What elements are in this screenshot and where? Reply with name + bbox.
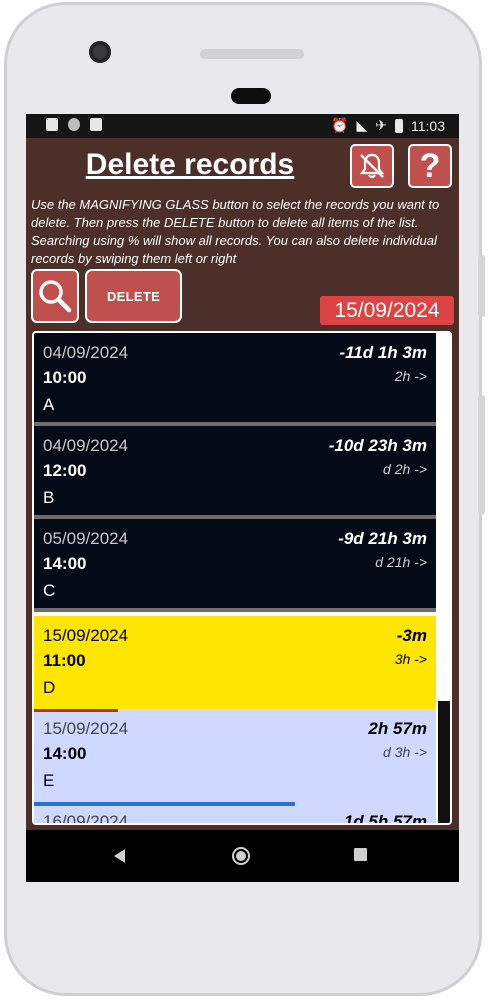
record-name: A [43, 395, 55, 414]
record-time-diff: 1d 5h 57m [343, 812, 427, 825]
volume-button [478, 395, 485, 515]
calendar-notification-icon [46, 118, 58, 131]
front-camera [89, 41, 111, 63]
record-duration: d 3h -> [383, 744, 427, 760]
record-time: 12:00 [43, 461, 87, 480]
search-button[interactable] [31, 269, 79, 323]
delete-button[interactable]: DELETE [85, 269, 182, 323]
record-time: 10:00 [43, 368, 87, 387]
help-button[interactable]: ? [408, 144, 452, 188]
navigation-bar [26, 830, 459, 882]
record-row[interactable]: 16/09/2024 1d 5h 57m [34, 802, 436, 825]
screen: ⏰ ◣ ✈ 11:03 Delete records ? Use the MAG… [26, 114, 459, 882]
record-duration: d 2h -> [383, 461, 427, 477]
back-icon[interactable] [114, 849, 125, 863]
mute-button[interactable] [350, 144, 394, 188]
record-date: 15/09/2024 [43, 626, 129, 645]
record-date: 16/09/2024 [43, 812, 129, 825]
power-button [478, 255, 485, 317]
record-time-diff: -10d 23h 3m [328, 436, 427, 455]
record-row[interactable]: 05/09/2024 14:00 C -9d 21h 3m d 21h -> [34, 519, 436, 612]
bell-slash-icon [359, 153, 385, 179]
record-row[interactable]: 15/09/2024 11:00 D -3m 3h -> [34, 616, 436, 709]
status-bar: ⏰ ◣ ✈ 11:03 [26, 114, 459, 138]
record-row[interactable]: 15/09/2024 14:00 E 2h 57m d 3h -> [34, 709, 436, 802]
sd-card-icon [90, 118, 102, 131]
battery-icon [395, 118, 403, 133]
home-icon[interactable] [232, 847, 250, 865]
record-name: C [43, 581, 56, 600]
status-right-icons: ⏰ ◣ ✈ 11:03 [331, 117, 445, 134]
record-date: 04/09/2024 [43, 436, 129, 455]
records-list[interactable]: 04/09/2024 10:00 A -11d 1h 3m 2h -> 04/0… [32, 331, 452, 825]
record-date: 15/09/2024 [43, 719, 129, 738]
record-time-diff: -3m [396, 626, 427, 645]
record-time-diff: 2h 57m [368, 719, 427, 738]
record-date: 05/09/2024 [43, 529, 129, 548]
list-scrollbar[interactable] [438, 333, 450, 823]
record-time: 11:00 [43, 651, 86, 670]
circle-notification-icon [68, 118, 80, 131]
status-time: 11:03 [411, 117, 445, 134]
airplane-mode-icon: ✈ [375, 117, 387, 133]
record-time: 14:00 [43, 554, 87, 573]
alarm-icon: ⏰ [331, 117, 349, 133]
record-name: D [43, 678, 56, 697]
delete-records-screen: Delete records ? Use the MAGNIFYING GLAS… [26, 138, 459, 830]
page-title: Delete records [85, 148, 295, 181]
record-duration: 3h -> [394, 651, 427, 667]
earpiece-slot [231, 88, 271, 104]
record-date: 04/09/2024 [43, 343, 129, 362]
record-progress-bar [34, 802, 296, 806]
current-date-badge: 15/09/2024 [320, 296, 454, 325]
magnifying-glass-icon [39, 280, 72, 313]
record-row[interactable]: 04/09/2024 10:00 A -11d 1h 3m 2h -> [34, 333, 436, 426]
record-time-diff: -11d 1h 3m [339, 343, 427, 362]
record-progress-bar [34, 709, 119, 712]
status-left-icons [46, 118, 102, 131]
no-signal-icon: ◣ [356, 117, 368, 133]
record-name: B [43, 488, 55, 507]
recent-apps-icon[interactable] [354, 848, 367, 861]
record-duration: d 21h -> [375, 554, 427, 570]
record-time-diff: -9d 21h 3m [338, 529, 427, 548]
instructions-text: Use the MAGNIFYING GLASS button to selec… [31, 197, 440, 266]
list-scrollbar-thumb[interactable] [438, 701, 450, 823]
record-row[interactable]: 04/09/2024 12:00 B -10d 23h 3m d 2h -> [34, 426, 436, 519]
record-duration: 2h -> [394, 368, 427, 384]
earpiece-grille [200, 49, 304, 59]
record-name: E [43, 771, 55, 790]
record-time: 14:00 [43, 744, 87, 763]
